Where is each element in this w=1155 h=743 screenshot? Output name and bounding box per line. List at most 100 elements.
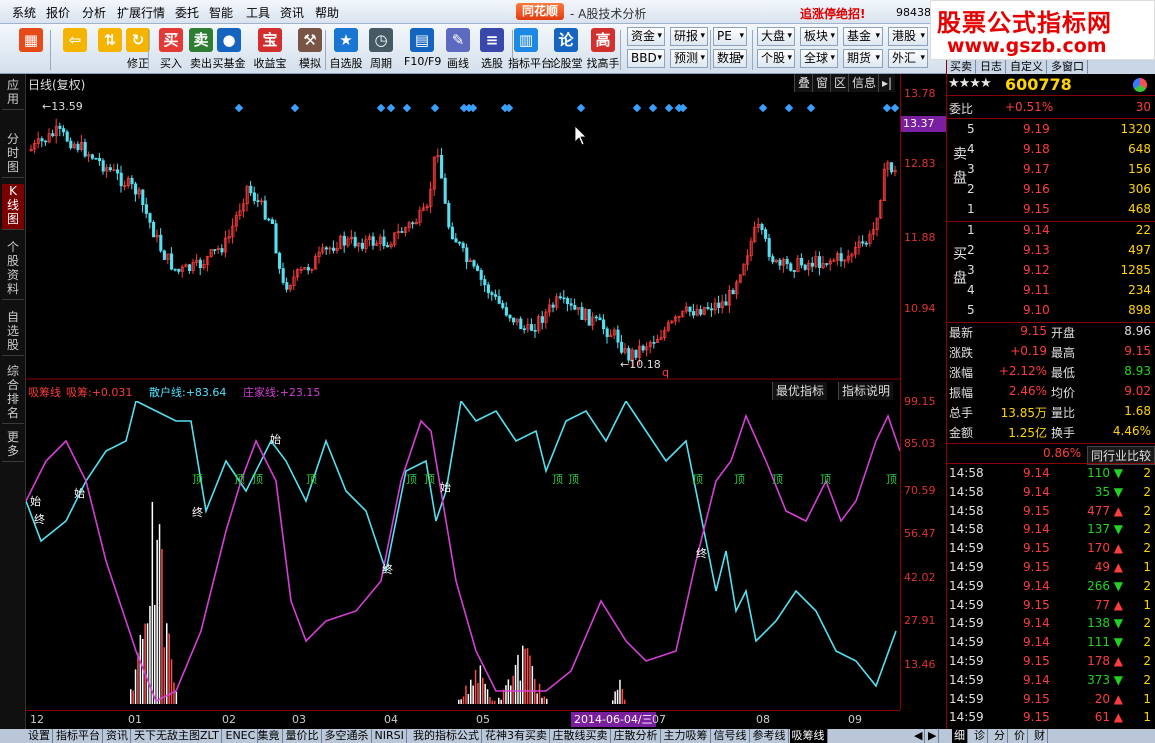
bottom-tab-14[interactable]: 信号线 (712, 729, 750, 743)
menu-item-0[interactable]: 系统 (12, 4, 36, 21)
toolbar-button-11[interactable]: ▤ F10/F9 (404, 26, 441, 72)
bottom-tab-3[interactable]: 天下无敌主图ZLT (132, 729, 222, 743)
toolbar-separator (710, 30, 711, 70)
window-button[interactable]: 窗 (812, 74, 832, 92)
menu-item-7[interactable]: 资讯 (280, 4, 304, 21)
promo-link[interactable]: 追涨停绝招! (800, 5, 865, 22)
toolbar-pill-10[interactable]: 个股 (757, 49, 795, 68)
bottom-tab-0[interactable]: 设置 (26, 729, 53, 743)
toolbar-button-15[interactable]: 论论股堂 (548, 26, 584, 72)
toolbar-pill-11[interactable]: 全球 (800, 49, 838, 68)
tick-volume: 138 (1087, 616, 1110, 631)
side-tab-1[interactable]: 分 时 图 (2, 132, 24, 178)
chart-period-title[interactable]: 日线(复权) (28, 76, 85, 93)
side-tab-0[interactable]: 应 用 (2, 78, 24, 110)
toolbar-pill-1[interactable]: 研报 (670, 27, 708, 46)
panel-tab-2[interactable]: 分 (992, 729, 1008, 743)
toolbar-button-10[interactable]: ◷ 周期 (363, 26, 399, 72)
bottom-tab-13[interactable]: 主力吸筹 (662, 729, 711, 743)
toolbar-label: 买基金 (212, 57, 246, 70)
date-axis-label: 09 (848, 713, 862, 726)
panel-tab-1[interactable]: 诊 (972, 729, 988, 743)
toolbar-pill-5[interactable]: 基金 (843, 27, 883, 46)
side-tab-3[interactable]: 个 股 资 料 (2, 240, 24, 300)
toolbar-button-3[interactable]: ↻ 修正 (120, 26, 156, 72)
bottom-tab-4[interactable]: ENEC (224, 729, 259, 743)
bottom-tab-12[interactable]: 庄散分析 (612, 729, 661, 743)
high-price-label: ←13.59 (42, 100, 83, 113)
candle-body (152, 221, 156, 238)
tick-time: 14:59 (949, 635, 984, 650)
indicator-chart[interactable]: 始终始终始终始终顶顶顶顶顶顶顶顶顶顶顶顶顶 (26, 401, 900, 708)
menu-item-3[interactable]: 扩展行情 (117, 4, 165, 21)
quote-tab-2[interactable]: 自定义 (1007, 60, 1047, 74)
toolbar-button-7[interactable]: 宝收益宝 (252, 26, 288, 72)
bottom-tab-15[interactable]: 参考线 (751, 729, 789, 743)
bottom-tab-16[interactable]: 吸筹线 (789, 729, 828, 743)
toolbar-pill-13[interactable]: 外汇 (888, 49, 928, 68)
scroll-left-icon[interactable]: ◀ (912, 729, 926, 743)
toolbar-button-9[interactable]: ★ 自选股 (328, 26, 364, 72)
menu-item-4[interactable]: 委托 (175, 4, 199, 21)
bottom-tab-8[interactable]: NIRSI (373, 729, 407, 743)
toolbar-button-14[interactable]: ▥ 指标平台 (508, 26, 552, 72)
toolbar-separator (50, 30, 51, 70)
side-tab-6[interactable]: 更 多 (2, 430, 24, 462)
menu-item-8[interactable]: 帮助 (315, 4, 339, 21)
menu-item-2[interactable]: 分析 (82, 4, 106, 21)
info-button[interactable]: 信息 (848, 74, 880, 92)
panel-tab-0[interactable]: 细 (952, 729, 968, 743)
toolbar-pill-12[interactable]: 期货 (843, 49, 883, 68)
toolbar-pill-9[interactable]: 数据 (713, 49, 747, 68)
menu-item-6[interactable]: 工具 (246, 4, 270, 21)
play-icon[interactable]: ▸| (878, 74, 896, 92)
bottom-tab-10[interactable]: 花神3有买卖 (483, 729, 550, 743)
quote-tab-0[interactable]: 买卖 (947, 60, 976, 74)
candle-body (764, 229, 768, 239)
toolbar-button-6[interactable]: ● 买基金 (211, 26, 247, 72)
toolbar-pill-8[interactable]: 预测 (670, 49, 708, 68)
menu-item-5[interactable]: 智能 (209, 4, 233, 21)
bottom-tab-6[interactable]: 量价比 (284, 729, 322, 743)
accumulation-bar (472, 685, 474, 704)
overlay-button[interactable]: 叠 (794, 74, 814, 92)
toolbar-pill-6[interactable]: 港股 (888, 27, 928, 46)
toolbar-pill-3[interactable]: 大盘 (757, 27, 795, 46)
toolbar-pill-0[interactable]: 资金 (627, 27, 665, 46)
tick-time: 14:59 (949, 616, 984, 631)
panel-tab-3[interactable]: 价 (1012, 729, 1028, 743)
candle-body (688, 306, 692, 312)
candle-body (533, 330, 537, 332)
toolbar-button-13[interactable]: ≡ 选股 (474, 26, 510, 72)
bottom-tab-5[interactable]: 集竟 (256, 729, 283, 743)
toolbar-button-12[interactable]: ✎ 画线 (440, 26, 476, 72)
bottom-tab-1[interactable]: 指标平台 (54, 729, 103, 743)
toolbar-button-16[interactable]: 高找高手 (585, 26, 621, 72)
bottom-tab-2[interactable]: 资讯 (104, 729, 131, 743)
toolbar-button-1[interactable]: ⇦ (58, 26, 92, 72)
grid-icon: ▦ (19, 28, 43, 52)
bottom-tab-7[interactable]: 多空通杀 (323, 729, 372, 743)
candle-body (504, 307, 508, 316)
quote-tab-3[interactable]: 多窗口 (1048, 60, 1088, 74)
side-tab-2[interactable]: K 线 图 (2, 184, 24, 230)
panel-tab-4[interactable]: 财 (1032, 729, 1048, 743)
toolbar-pill-2[interactable]: PE (713, 27, 747, 46)
side-tab-4[interactable]: 自 选 股 (2, 310, 24, 356)
indicator-help-button[interactable]: 指标说明 (838, 382, 894, 400)
quote-tab-1[interactable]: 日志 (977, 60, 1006, 74)
candlestick-chart[interactable]: ←13.59 ←10.18q (26, 92, 900, 380)
toolbar-pill-7[interactable]: BBD (627, 49, 665, 68)
toolbar-pill-4[interactable]: 板块 (800, 27, 838, 46)
best-indicator-button[interactable]: 最优指标 (772, 382, 828, 400)
bottom-tab-11[interactable]: 庄散线买卖 (551, 729, 611, 743)
range-button[interactable]: 区 (830, 74, 850, 92)
date-axis-label: 02 (222, 713, 236, 726)
scroll-right-icon[interactable]: ▶ (926, 729, 940, 743)
bottom-tab-9[interactable]: 我的指标公式 (411, 729, 482, 743)
menu-item-1[interactable]: 报价 (46, 4, 70, 21)
side-tab-5[interactable]: 综 合 排 名 (2, 364, 24, 424)
toolbar-button-0[interactable]: ▦ (14, 26, 48, 72)
toolbar-button-8[interactable]: ⚒ 模拟 (292, 26, 328, 72)
globe-icon[interactable] (1133, 78, 1147, 92)
